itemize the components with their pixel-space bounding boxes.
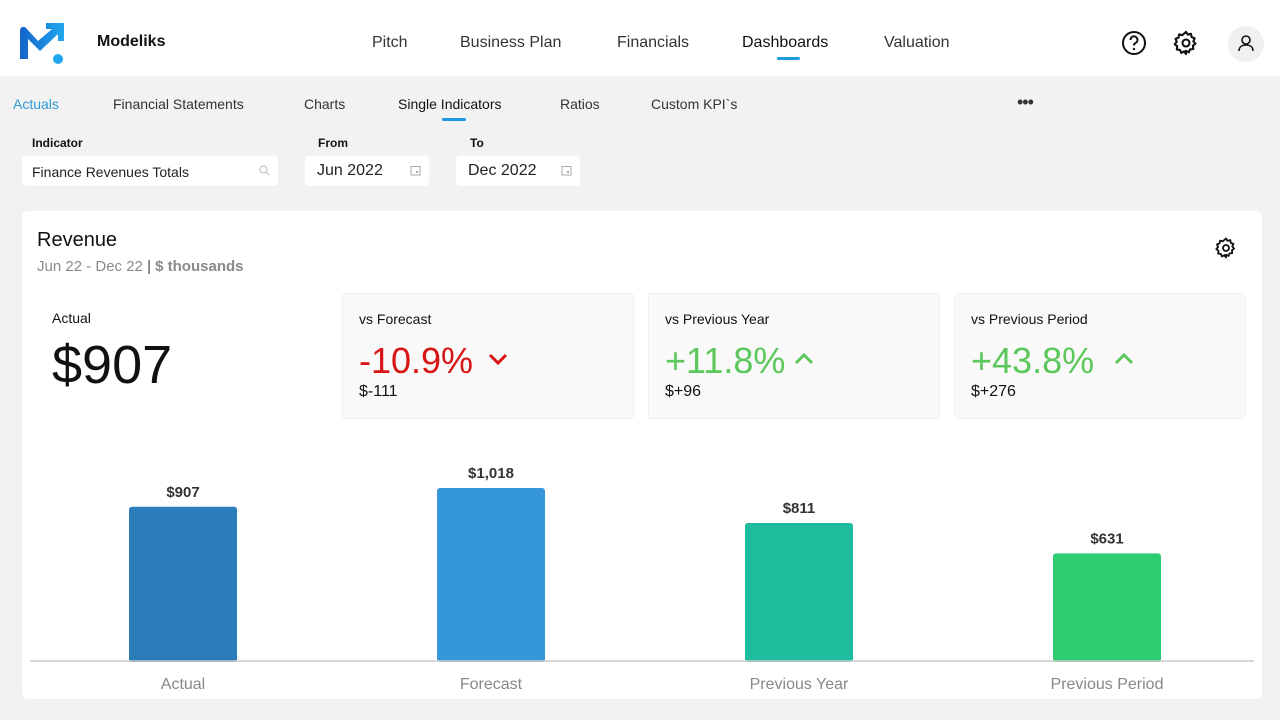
category-label: Actual	[161, 676, 205, 693]
kpi-percent: -10.9%	[359, 340, 474, 381]
help-icon[interactable]	[1120, 29, 1148, 57]
kpi-delta: $+276	[971, 383, 1016, 400]
more-options-icon[interactable]: •••	[1017, 92, 1034, 113]
card-unit: $ thousands	[155, 258, 244, 275]
category-label: Forecast	[460, 676, 523, 693]
kpi-vs-previous-period: vs Previous Period +43.8% $+276	[954, 293, 1246, 419]
subtab-ratios[interactable]: Ratios	[560, 96, 600, 112]
bar-forecast[interactable]	[437, 488, 545, 662]
kpi-percent: +43.8%	[971, 340, 1095, 381]
top-navigation-bar: Modeliks Pitch Business Plan Financials …	[0, 0, 1280, 76]
revenue-bar-chart: $907 Actual $1,018 Forecast $811 Previous Yea…	[30, 465, 1254, 693]
nav-financials[interactable]: Financials	[617, 34, 689, 52]
card-title: Revenue	[37, 229, 118, 251]
nav-active-indicator	[777, 57, 800, 60]
nav-pitch[interactable]: Pitch	[372, 34, 408, 52]
card-settings-gear-icon[interactable]	[1214, 236, 1238, 260]
from-date-picker[interactable]: Jun 2022	[305, 156, 429, 186]
chevron-up-icon	[794, 352, 814, 365]
indicator-label: Indicator	[32, 136, 83, 150]
kpi-delta: $-111	[359, 383, 398, 400]
bar-previous-period[interactable]	[1053, 553, 1161, 662]
subtab-charts[interactable]: Charts	[304, 96, 345, 112]
kpi-vs-forecast: vs Forecast -10.9% $-111	[342, 293, 634, 419]
nav-valuation[interactable]: Valuation	[884, 34, 950, 52]
category-label: Previous Period	[1051, 676, 1164, 693]
indicator-value: Finance Revenues Totals	[32, 164, 189, 180]
nav-business-plan[interactable]: Business Plan	[460, 34, 561, 52]
subtab-active-indicator	[442, 118, 466, 121]
calendar-icon	[410, 166, 421, 176]
subtab-custom-kpis[interactable]: Custom KPI`s	[651, 96, 737, 112]
kpi-delta: $+96	[665, 383, 702, 400]
bar-value-label: $1,018	[468, 465, 514, 482]
user-avatar-button[interactable]	[1228, 26, 1264, 62]
kpi-label: vs Previous Period	[971, 311, 1088, 327]
from-label: From	[318, 136, 348, 150]
subtab-actuals[interactable]: Actuals	[13, 96, 59, 112]
category-label: Previous Year	[750, 676, 849, 693]
chevron-down-icon	[488, 353, 508, 366]
kpi-label: vs Previous Year	[665, 311, 770, 327]
to-label: To	[470, 136, 484, 150]
kpi-vs-previous-year: vs Previous Year +11.8% $+96	[648, 293, 940, 419]
to-value: Dec 2022	[468, 162, 537, 179]
card-period: Jun 22 - Dec 22	[37, 258, 143, 275]
brand-name: Modeliks	[97, 33, 166, 50]
card-subtitle: Jun 22 - Dec 22 | $ thousands	[37, 258, 244, 275]
bar-value-label: $631	[1090, 530, 1123, 547]
to-date-picker[interactable]: Dec 2022	[456, 156, 580, 186]
settings-gear-icon[interactable]	[1172, 29, 1200, 57]
bar-actual[interactable]	[129, 506, 237, 662]
calendar-icon	[561, 166, 572, 176]
from-value: Jun 2022	[317, 162, 383, 179]
subtab-single-indicators[interactable]: Single Indicators	[398, 96, 502, 112]
modeliks-logo[interactable]	[16, 21, 66, 65]
bar-value-label: $907	[166, 484, 199, 501]
search-icon	[259, 165, 270, 176]
user-icon	[1238, 35, 1254, 52]
actual-label: Actual	[52, 310, 91, 326]
actual-value: $907	[52, 335, 173, 395]
nav-dashboards[interactable]: Dashboards	[742, 34, 828, 52]
indicator-search-input[interactable]: Finance Revenues Totals	[22, 156, 278, 186]
kpi-label: vs Forecast	[359, 311, 432, 327]
bar-value-label: $811	[783, 500, 816, 517]
subtab-financial-statements[interactable]: Financial Statements	[113, 96, 244, 112]
chevron-up-icon	[1114, 352, 1134, 365]
bar-previous-year[interactable]	[745, 522, 853, 662]
kpi-percent: +11.8%	[665, 340, 786, 381]
